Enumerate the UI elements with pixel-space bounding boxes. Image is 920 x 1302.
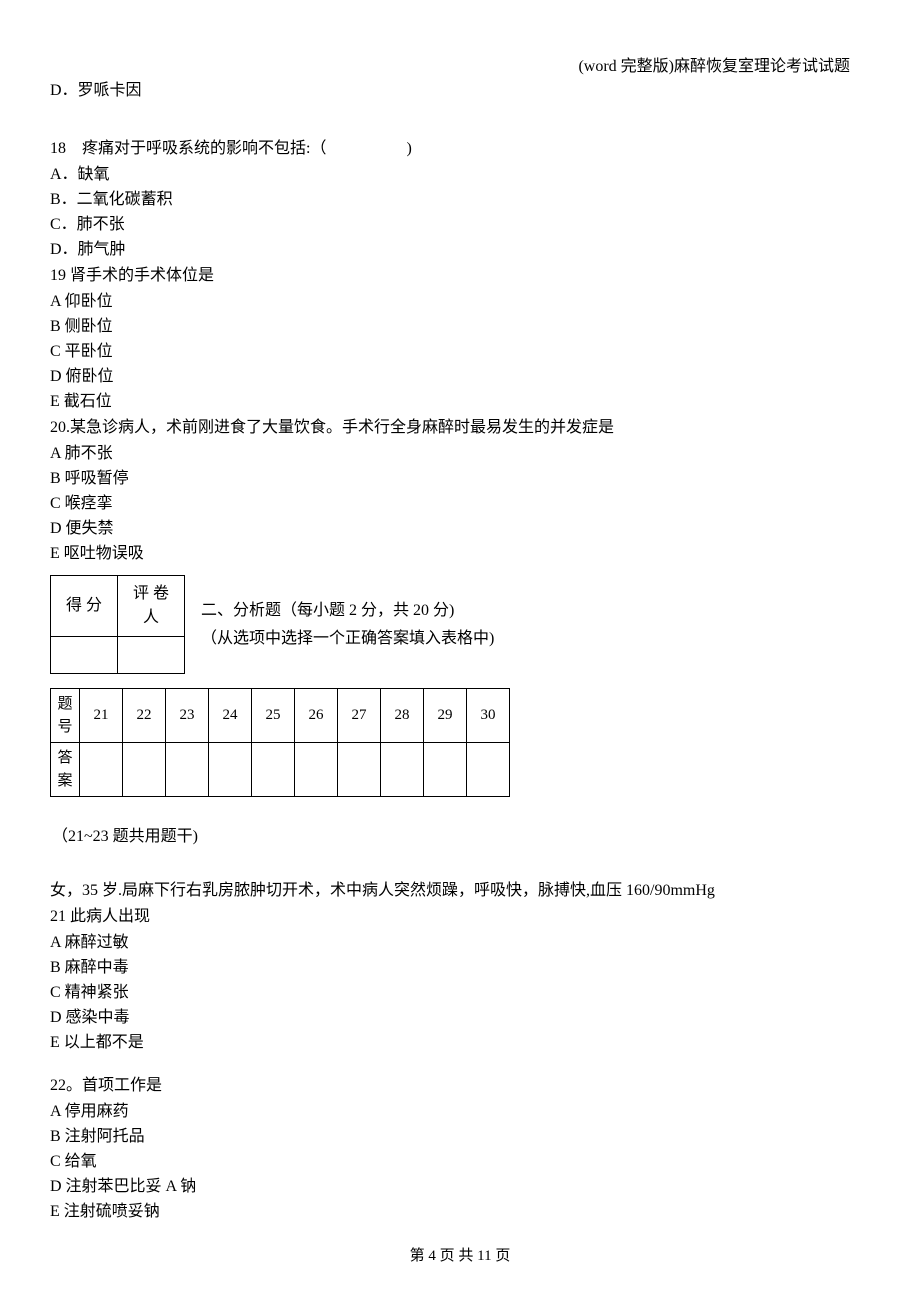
answer-cell-25[interactable] — [252, 743, 295, 797]
answer-cell-28[interactable] — [381, 743, 424, 797]
case-stem: 女，35 岁.局麻下行右乳房脓肿切开术，术中病人突然烦躁，呼吸快，脉搏快,血压 … — [50, 879, 870, 903]
answer-grid-num-21: 21 — [80, 689, 123, 743]
question-20-option-d: D 便失禁 — [50, 517, 870, 541]
question-18-option-b: B．二氧化碳蓄积 — [50, 188, 870, 212]
question-22-option-d: D 注射苯巴比妥 A 钠 — [50, 1175, 870, 1199]
answer-grid-num-24: 24 — [209, 689, 252, 743]
question-18-option-d: D．肺气肿 — [50, 238, 870, 262]
section-2-subtitle: （从选项中选择一个正确答案填入表格中) — [201, 627, 494, 651]
question-21-option-d: D 感染中毒 — [50, 1006, 870, 1030]
question-21-option-b: B 麻醉中毒 — [50, 956, 870, 980]
section-2-title: 二、分析题（每小题 2 分，共 20 分) — [201, 599, 494, 623]
answer-grid-num-28: 28 — [381, 689, 424, 743]
question-22-option-a: A 停用麻药 — [50, 1100, 870, 1124]
question-19-option-a: A 仰卧位 — [50, 290, 870, 314]
answer-grid-num-29: 29 — [424, 689, 467, 743]
question-22-option-c: C 给氧 — [50, 1150, 870, 1174]
shared-stem-label: （21~23 题共用题干) — [52, 825, 870, 849]
question-20: 20.某急诊病人，术前刚进食了大量饮食。手术行全身麻醉时最易发生的并发症是 A … — [50, 416, 870, 566]
answer-grid-num-30: 30 — [467, 689, 510, 743]
question-21: 21 此病人出现 A 麻醉过敏 B 麻醉中毒 C 精神紧张 D 感染中毒 E 以… — [50, 905, 870, 1055]
score-cell-reviewer[interactable] — [118, 637, 185, 674]
question-21-option-c: C 精神紧张 — [50, 981, 870, 1005]
question-22-stem: 22。首项工作是 — [50, 1074, 870, 1098]
answer-cell-30[interactable] — [467, 743, 510, 797]
answer-cell-27[interactable] — [338, 743, 381, 797]
answer-grid-num-26: 26 — [295, 689, 338, 743]
question-20-option-c: C 喉痉挛 — [50, 492, 870, 516]
answer-cell-23[interactable] — [166, 743, 209, 797]
question-19-option-d: D 俯卧位 — [50, 365, 870, 389]
question-20-option-e: E 呕吐物误吸 — [50, 542, 870, 566]
question-20-option-a: A 肺不张 — [50, 442, 870, 466]
question-20-stem: 20.某急诊病人，术前刚进食了大量饮食。手术行全身麻醉时最易发生的并发症是 — [50, 416, 870, 440]
question-19-stem: 19 肾手术的手术体位是 — [50, 264, 870, 288]
answer-cell-29[interactable] — [424, 743, 467, 797]
answer-cell-26[interactable] — [295, 743, 338, 797]
question-21-stem: 21 此病人出现 — [50, 905, 870, 929]
answer-grid-num-27: 27 — [338, 689, 381, 743]
answer-cell-21[interactable] — [80, 743, 123, 797]
question-22-option-b: B 注射阿托品 — [50, 1125, 870, 1149]
question-21-option-a: A 麻醉过敏 — [50, 931, 870, 955]
answer-grid-header-row: 题号 21 22 23 24 25 26 27 28 29 30 — [51, 689, 510, 743]
question-18: 18 疼痛对于呼吸系统的影响不包括:（ ) A．缺氧 B．二氧化碳蓄积 C．肺不… — [50, 137, 870, 262]
score-table: 得 分 评 卷人 — [50, 575, 185, 674]
score-cell-score[interactable] — [51, 637, 118, 674]
question-19: 19 肾手术的手术体位是 A 仰卧位 B 侧卧位 C 平卧位 D 俯卧位 E 截… — [50, 264, 870, 414]
score-header-score: 得 分 — [51, 576, 118, 637]
question-22: 22。首项工作是 A 停用麻药 B 注射阿托品 C 给氧 D 注射苯巴比妥 A … — [50, 1074, 870, 1224]
question-18-stem: 18 疼痛对于呼吸系统的影响不包括:（ ) — [50, 137, 870, 161]
section-2-header: 得 分 评 卷人 二、分析题（每小题 2 分，共 20 分) （从选项中选择一个… — [50, 567, 870, 674]
question-18-option-c: C．肺不张 — [50, 213, 870, 237]
answer-grid-num-25: 25 — [252, 689, 295, 743]
page-footer: 第 4 页 共 11 页 — [0, 1245, 920, 1268]
question-17-option-d: D．罗哌卡因 — [50, 79, 870, 103]
answer-cell-24[interactable] — [209, 743, 252, 797]
page: (word 完整版)麻醉恢复室理论考试试题 D．罗哌卡因 18 疼痛对于呼吸系统… — [0, 0, 920, 1302]
header-title: (word 完整版)麻醉恢复室理论考试试题 — [578, 55, 850, 79]
question-18-option-a: A．缺氧 — [50, 163, 870, 187]
answer-grid-label-answer: 答案 — [51, 743, 80, 797]
answer-grid-label-number: 题号 — [51, 689, 80, 743]
question-19-option-b: B 侧卧位 — [50, 315, 870, 339]
question-22-option-e: E 注射硫喷妥钠 — [50, 1200, 870, 1224]
question-21-option-e: E 以上都不是 — [50, 1031, 870, 1055]
answer-cell-22[interactable] — [123, 743, 166, 797]
question-19-option-c: C 平卧位 — [50, 340, 870, 364]
answer-grid-num-22: 22 — [123, 689, 166, 743]
question-19-option-e: E 截石位 — [50, 390, 870, 414]
question-20-option-b: B 呼吸暂停 — [50, 467, 870, 491]
answer-grid-answer-row: 答案 — [51, 743, 510, 797]
answer-grid-num-23: 23 — [166, 689, 209, 743]
answer-grid: 题号 21 22 23 24 25 26 27 28 29 30 答案 — [50, 688, 510, 797]
score-header-reviewer: 评 卷人 — [118, 576, 185, 637]
